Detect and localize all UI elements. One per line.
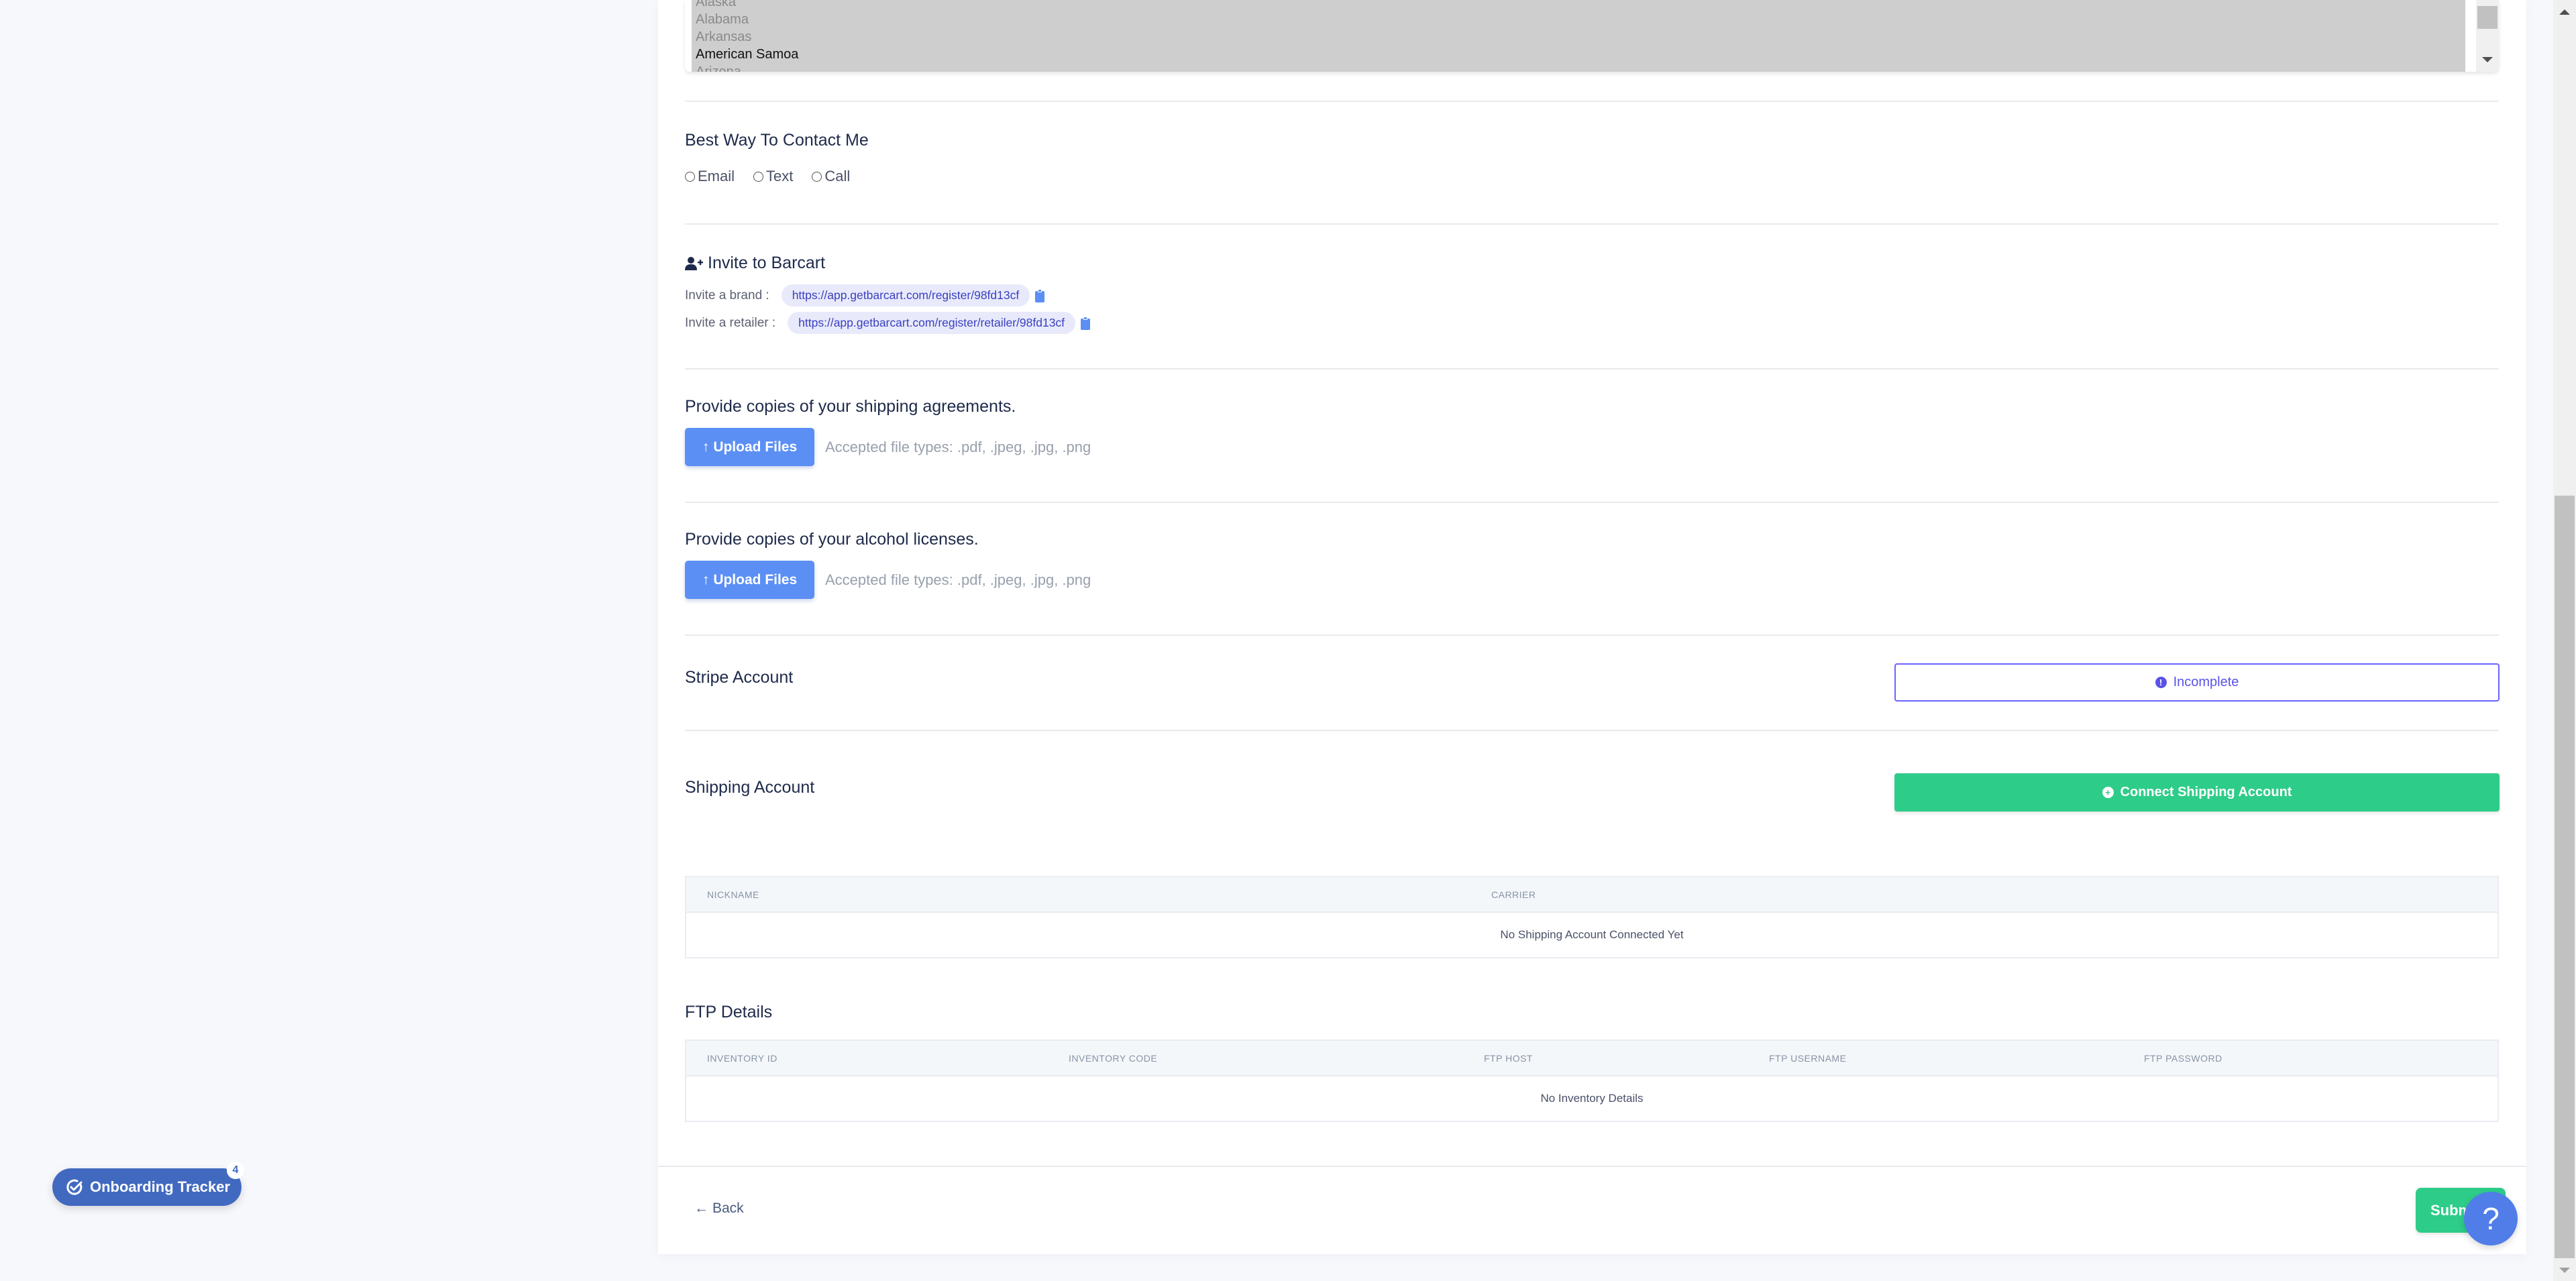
divider [685,502,2499,503]
shipping-accounts-table: NICKNAME CARRIER No Shipping Account Con… [685,876,2499,958]
stripe-account-title: Stripe Account [685,668,794,687]
state-option[interactable]: Arizona [692,63,2465,72]
page-scrollbar[interactable] [2553,0,2576,1281]
states-options: Alaska Alabama Arkansas American Samoa A… [692,0,2465,72]
contact-title: Best Way To Contact Me [685,131,869,150]
clipboard-icon[interactable] [1035,288,1045,302]
onboarding-count-badge: 4 [227,1162,244,1179]
column-header-ftp-username: FTP USERNAME [1769,1053,1847,1064]
radio-email[interactable]: Email [685,168,735,185]
radio-label: Text [766,168,794,184]
invite-retailer-label: Invite a retailer : [685,315,776,330]
onboarding-form-card: Alaska Alabama Arkansas American Samoa A… [658,0,2526,1254]
help-button[interactable]: ? [2464,1192,2518,1245]
radio-call[interactable]: Call [812,168,850,185]
state-option[interactable]: Alaska [692,0,2465,11]
stripe-status-label: Incomplete [2173,675,2239,689]
divider [685,101,2499,102]
footer-divider [658,1166,2526,1167]
connect-shipping-account-button[interactable]: + Connect Shipping Account [1894,773,2500,812]
divider [685,223,2499,225]
upload-shipping-agreements-button[interactable]: ↑ Upload Files [685,428,814,466]
invite-title-text: Invite to Barcart [708,254,826,272]
shipping-agreements-title: Provide copies of your shipping agreemen… [685,397,1016,416]
invite-retailer-url[interactable]: https://app.getbarcart.com/register/reta… [788,312,1076,334]
user-plus-icon [685,256,703,270]
contact-radio-group: Email Text Call [685,168,850,185]
radio-circle-icon[interactable] [685,171,695,182]
back-button[interactable]: ← Back [694,1201,744,1217]
table-empty-row: No Shipping Account Connected Yet [686,913,2498,957]
question-mark-icon: ? [2482,1201,2500,1236]
divider [685,730,2499,731]
column-header-inventory-id: INVENTORY ID [707,1053,777,1064]
scroll-down-arrow-icon[interactable] [2482,57,2493,62]
onboarding-tracker-button[interactable]: Onboarding Tracker 4 [52,1162,244,1206]
column-header-inventory-code: INVENTORY CODE [1069,1053,1158,1064]
alcohol-licenses-title: Provide copies of your alcohol licenses. [685,530,979,549]
scroll-down-arrow-icon[interactable] [2559,1268,2570,1273]
column-header-ftp-password: FTP PASSWORD [2144,1053,2222,1064]
invite-brand-label: Invite a brand : [685,288,769,302]
column-header-carrier: CARRIER [1491,889,1536,900]
exclamation-circle-icon: ! [2155,677,2167,688]
upload-button-label: Upload Files [713,439,798,455]
accepted-file-types: Accepted file types: .pdf, .jpeg, .jpg, … [825,571,1091,588]
divider [685,634,2499,636]
empty-message: No Inventory Details [1540,1092,1644,1105]
accepted-file-types: Accepted file types: .pdf, .jpeg, .jpg, … [825,438,1091,455]
check-circle-icon [66,1179,83,1195]
column-header-nickname: NICKNAME [707,889,759,900]
upload-button-label: Upload Files [713,571,798,588]
invite-retailer-row: Invite a retailer : https://app.getbarca… [685,312,1091,334]
clipboard-icon[interactable] [1081,316,1091,330]
table-header: NICKNAME CARRIER [686,877,2498,913]
ftp-details-title: FTP Details [685,1003,773,1021]
shipping-account-title: Shipping Account [685,778,815,797]
state-option[interactable]: Alabama [692,11,2465,28]
radio-label: Call [824,168,851,184]
shipping-agreements-upload-row: ↑ Upload Files Accepted file types: .pdf… [685,428,1091,466]
scroll-up-arrow-icon[interactable] [2559,9,2570,15]
ftp-details-table: INVENTORY ID INVENTORY CODE FTP HOST FTP… [685,1040,2499,1122]
alcohol-licenses-upload-row: ↑ Upload Files Accepted file types: .pdf… [685,561,1091,599]
table-empty-row: No Inventory Details [686,1076,2498,1121]
divider [685,368,2499,370]
arrow-up-icon: ↑ [702,439,710,455]
upload-alcohol-licenses-button[interactable]: ↑ Upload Files [685,561,814,599]
states-listbox[interactable]: Alaska Alabama Arkansas American Samoa A… [685,0,2499,72]
radio-label: Email [698,168,735,184]
plus-circle-icon: + [2102,787,2114,798]
state-option-selected[interactable]: American Samoa [692,46,2465,63]
listbox-scroll-thumb[interactable] [2477,6,2498,29]
page-scroll-thumb[interactable] [2555,496,2575,1258]
arrow-up-icon: ↑ [702,571,710,588]
arrow-left-icon: ← [694,1201,708,1216]
state-option[interactable]: Arkansas [692,28,2465,46]
stripe-status-button[interactable]: ! Incomplete [1894,663,2500,702]
radio-text[interactable]: Text [753,168,793,185]
radio-circle-icon[interactable] [753,171,764,182]
empty-message: No Shipping Account Connected Yet [1500,928,1684,941]
invite-title: Invite to Barcart [685,254,825,273]
radio-circle-icon[interactable] [812,171,822,182]
connect-shipping-label: Connect Shipping Account [2120,785,2292,799]
invite-brand-row: Invite a brand : https://app.getbarcart.… [685,284,1045,307]
listbox-scrollbar[interactable] [2476,0,2499,72]
onboarding-tracker-label: Onboarding Tracker [90,1178,231,1195]
invite-brand-url[interactable]: https://app.getbarcart.com/register/98fd… [781,284,1030,307]
back-label: Back [712,1201,744,1216]
column-header-ftp-host: FTP HOST [1484,1053,1533,1064]
table-header: INVENTORY ID INVENTORY CODE FTP HOST FTP… [686,1041,2498,1076]
